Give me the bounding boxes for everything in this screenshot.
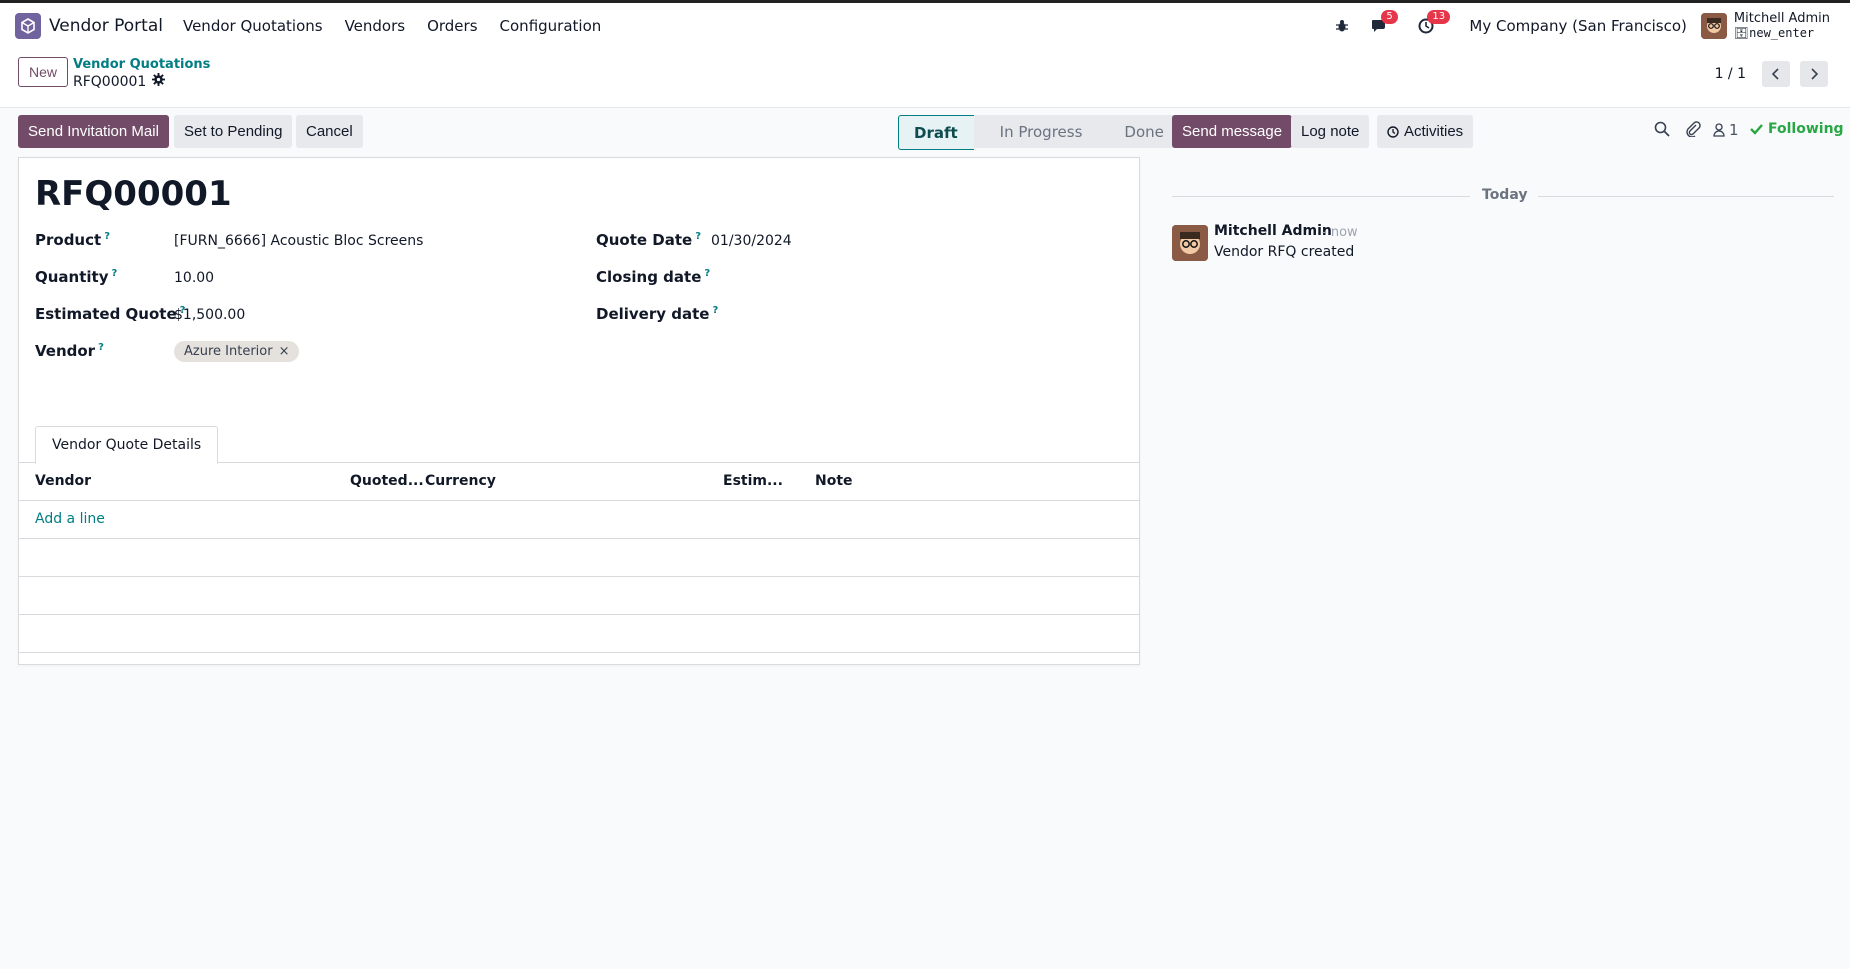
- column-note[interactable]: Note: [815, 473, 853, 489]
- messages-badge: 5: [1381, 10, 1398, 24]
- following-label: Following: [1768, 121, 1844, 137]
- column-currency[interactable]: Currency: [425, 473, 496, 489]
- help-tooltip-icon[interactable]: ?: [112, 268, 118, 279]
- systray: 5 13 My Company (San Francisco) Mitchell…: [1331, 3, 1830, 49]
- help-tooltip-icon[interactable]: ?: [98, 342, 104, 353]
- estimated-quote-field[interactable]: $1,500.00: [174, 307, 245, 323]
- top-menu: Vendor Quotations Vendors Orders Configu…: [183, 17, 601, 35]
- help-tooltip-icon[interactable]: ?: [104, 231, 110, 242]
- table-row: [19, 539, 1139, 577]
- column-estimated[interactable]: Estim...: [723, 473, 783, 489]
- close-icon[interactable]: ×: [279, 344, 290, 359]
- new-button[interactable]: New: [18, 57, 69, 87]
- vendor-tag[interactable]: Azure Interior ×: [174, 341, 300, 362]
- stage-in-progress[interactable]: In Progress: [973, 115, 1099, 148]
- menu-vendor-quotations[interactable]: Vendor Quotations: [183, 17, 323, 35]
- send-message-button[interactable]: Send message: [1172, 115, 1293, 148]
- add-line-link[interactable]: Add a line: [35, 511, 105, 527]
- bug-icon[interactable]: [1331, 15, 1353, 37]
- product-field[interactable]: [FURN_6666] Acoustic Bloc Screens: [174, 233, 423, 249]
- cancel-button[interactable]: Cancel: [296, 115, 363, 148]
- menu-configuration[interactable]: Configuration: [500, 17, 602, 35]
- status-stages: Draft In Progress Done: [898, 115, 1180, 150]
- closing-date-label: Closing date?: [596, 268, 711, 286]
- message-author[interactable]: Mitchell Admin: [1214, 223, 1332, 239]
- help-tooltip-icon[interactable]: ?: [712, 305, 718, 316]
- column-quoted[interactable]: Quoted...: [350, 473, 424, 489]
- set-to-pending-button[interactable]: Set to Pending: [174, 115, 293, 148]
- vendor-label: Vendor?: [35, 342, 104, 360]
- app-name[interactable]: Vendor Portal: [49, 16, 163, 36]
- record-title[interactable]: RFQ00001: [35, 174, 232, 214]
- activities-clock-icon[interactable]: 13: [1415, 10, 1451, 37]
- quote-date-label: Quote Date?: [596, 231, 702, 249]
- menu-vendors[interactable]: Vendors: [345, 17, 406, 35]
- activities-button[interactable]: Activities: [1377, 115, 1474, 148]
- user-menu[interactable]: Mitchell Admin 🗄︎new_enter: [1734, 11, 1830, 41]
- stage-done[interactable]: Done: [1098, 115, 1180, 148]
- app-logo-icon[interactable]: [15, 13, 41, 39]
- database-name: 🗄︎new_enter: [1733, 26, 1815, 40]
- pager-previous-button[interactable]: [1762, 61, 1790, 87]
- gear-icon[interactable]: [152, 73, 166, 90]
- send-invitation-mail-button[interactable]: Send Invitation Mail: [18, 115, 169, 148]
- message-time: - now: [1322, 225, 1358, 240]
- table-row: [19, 615, 1139, 653]
- table-row: [19, 577, 1139, 615]
- activities-label: Activities: [1404, 123, 1464, 140]
- tab-vendor-quote-details[interactable]: Vendor Quote Details: [35, 426, 219, 464]
- followers-count: 1: [1729, 121, 1739, 139]
- notebook-tabs: Vendor Quote Details: [19, 426, 1139, 464]
- pager-next-button[interactable]: [1800, 61, 1828, 87]
- chevron-right-icon: [1811, 68, 1819, 80]
- breadcrumb-current-label: RFQ00001: [73, 73, 147, 90]
- breadcrumb-parent[interactable]: Vendor Quotations: [73, 57, 210, 72]
- user-icon: [1713, 123, 1725, 137]
- paperclip-icon[interactable]: [1685, 121, 1701, 137]
- check-icon: [1750, 124, 1763, 135]
- company-switcher[interactable]: My Company (San Francisco): [1469, 17, 1686, 35]
- user-avatar[interactable]: [1700, 13, 1727, 39]
- clock-icon: [1387, 125, 1399, 138]
- user-name: Mitchell Admin: [1733, 11, 1830, 26]
- messages-icon[interactable]: 5: [1369, 10, 1398, 37]
- chevron-left-icon: [1771, 68, 1779, 80]
- log-note-button[interactable]: Log note: [1291, 115, 1370, 148]
- activities-badge: 13: [1427, 10, 1451, 24]
- table-row: Add a line: [19, 501, 1139, 539]
- menu-orders[interactable]: Orders: [427, 17, 477, 35]
- quantity-field[interactable]: 10.00: [174, 270, 214, 286]
- followers-button[interactable]: 1: [1713, 121, 1739, 139]
- message-author-avatar[interactable]: [1172, 225, 1208, 261]
- date-separator-line: [1172, 196, 1470, 197]
- column-vendor[interactable]: Vendor: [35, 473, 91, 489]
- form-sheet: RFQ00001 Product? [FURN_6666] Acoustic B…: [18, 157, 1140, 665]
- delivery-date-label: Delivery date?: [596, 305, 719, 323]
- message-body: Vendor RFQ created: [1214, 244, 1355, 260]
- main-navbar: Vendor Portal Vendor Quotations Vendors …: [0, 3, 1850, 49]
- following-button[interactable]: Following: [1750, 121, 1844, 137]
- help-tooltip-icon[interactable]: ?: [695, 231, 701, 242]
- date-separator: Today: [1482, 187, 1528, 203]
- quantity-label: Quantity?: [35, 268, 118, 286]
- date-separator-line: [1538, 196, 1834, 197]
- help-tooltip-icon[interactable]: ?: [704, 268, 710, 279]
- search-icon[interactable]: [1654, 121, 1670, 137]
- table-header: Vendor Quoted... Currency Estim... Note: [19, 463, 1139, 501]
- vendor-tag-label: Azure Interior: [184, 344, 273, 359]
- breadcrumb-current: RFQ00001: [73, 73, 166, 90]
- quote-date-field[interactable]: 01/30/2024: [711, 233, 792, 249]
- pager-value[interactable]: 1 / 1: [1715, 66, 1746, 82]
- product-label: Product?: [35, 231, 110, 249]
- estimated-quote-label: Estimated Quote?: [35, 305, 186, 323]
- control-panel: New Vendor Quotations RFQ00001 1 / 1: [0, 49, 1850, 108]
- stage-draft[interactable]: Draft: [898, 115, 974, 150]
- pager: 1 / 1: [1715, 61, 1828, 87]
